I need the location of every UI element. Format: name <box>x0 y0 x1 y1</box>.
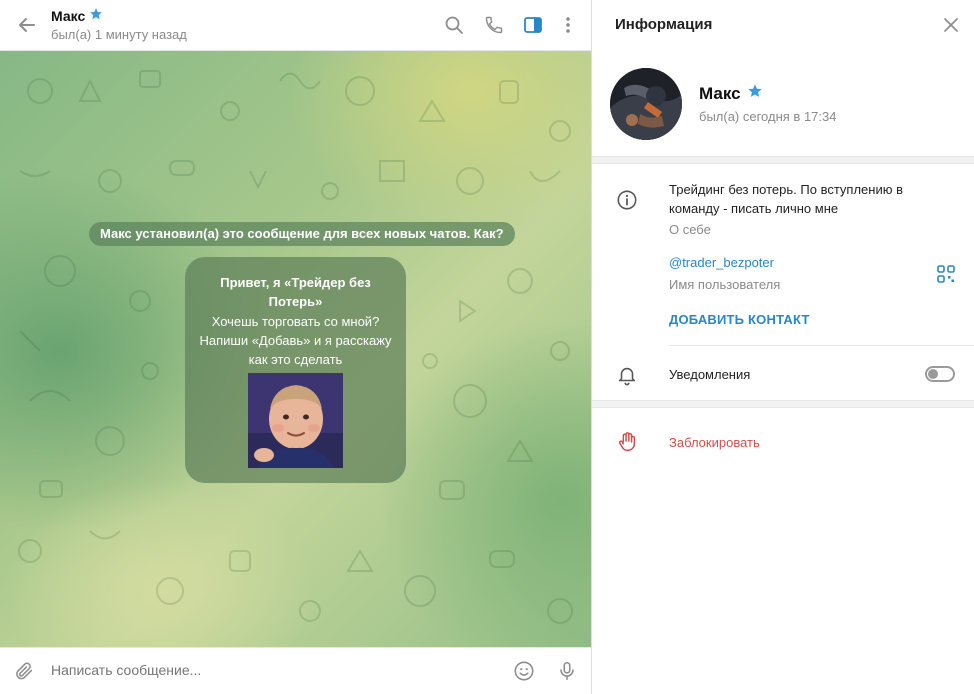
add-contact-button[interactable]: ДОБАВИТЬ КОНТАКТ <box>669 312 810 327</box>
notifications-toggle[interactable] <box>925 366 955 382</box>
premium-star-icon <box>747 83 763 104</box>
microphone-icon[interactable] <box>554 658 580 684</box>
bio-label: О себе <box>669 222 711 237</box>
section-separator <box>592 400 974 408</box>
bot-intro-card: Привет, я «Трейдер без Потерь» Хочешь то… <box>185 257 406 483</box>
profile-status: был(а) сегодня в 17:34 <box>699 109 837 124</box>
message-input[interactable] <box>51 662 491 678</box>
hand-block-icon <box>614 429 640 455</box>
intro-text: Хочешь торговать со мной? Напиши «Добавь… <box>199 314 392 367</box>
qr-code-icon[interactable] <box>936 264 956 284</box>
notifications-label: Уведомления <box>669 367 751 382</box>
profile-name: Макс <box>699 83 741 103</box>
peer-name-block[interactable]: Макс <box>51 7 103 24</box>
chat-header: Макс был(а) 1 минуту назад <box>0 0 592 51</box>
chat-background: Макс установил(а) это сообщение для всех… <box>0 51 592 647</box>
close-icon[interactable] <box>939 13 963 37</box>
message-composer <box>0 647 592 694</box>
peer-status: был(а) 1 минуту назад <box>51 27 187 42</box>
intro-title: Привет, я «Трейдер без Потерь» <box>220 275 371 309</box>
service-message[interactable]: Макс установил(а) это сообщение для всех… <box>89 222 515 246</box>
more-vertical-icon[interactable] <box>555 12 581 38</box>
peer-name[interactable]: Макс <box>51 8 85 24</box>
row-divider <box>669 345 974 346</box>
username-link[interactable]: @trader_bezpoter <box>669 255 774 270</box>
phone-icon[interactable] <box>481 12 507 38</box>
bio-text: Трейдинг без потерь. По вступлению в ком… <box>669 182 903 216</box>
emoji-icon[interactable] <box>511 658 537 684</box>
sidebar-panel-icon[interactable] <box>520 12 546 38</box>
username-label: Имя пользователя <box>669 277 781 292</box>
section-separator <box>592 156 974 164</box>
bell-icon <box>614 362 640 388</box>
toggle-knob <box>928 369 938 379</box>
info-panel-title: Информация <box>615 16 713 33</box>
block-user-button[interactable]: Заблокировать <box>669 435 760 450</box>
back-arrow-icon[interactable] <box>14 12 40 38</box>
attach-icon[interactable] <box>11 658 37 684</box>
profile-name-block: Макс <box>699 83 763 104</box>
premium-star-icon <box>89 7 103 24</box>
search-icon[interactable] <box>441 12 467 38</box>
intro-image <box>248 373 343 468</box>
info-icon <box>614 187 640 213</box>
avatar[interactable] <box>610 68 682 140</box>
chat-area: Макс был(а) 1 минуту назад Макс установи… <box>0 0 592 694</box>
info-panel: Информация Макс был(а) сегодня в 17:34 Т… <box>592 0 974 694</box>
